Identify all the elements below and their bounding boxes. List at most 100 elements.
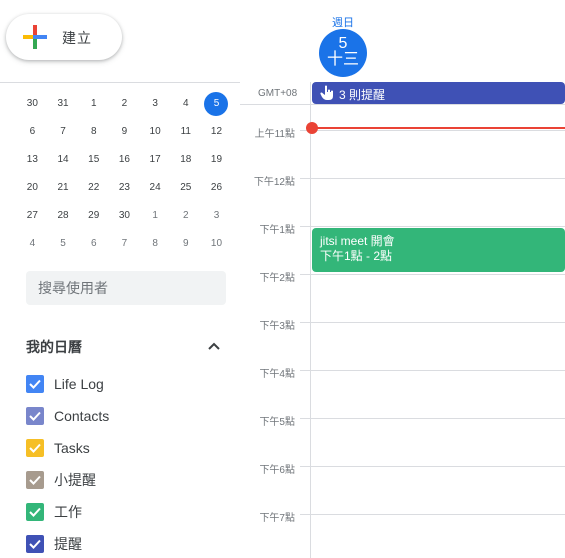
grid-vertical-line — [310, 82, 311, 558]
time-label: 上午11點 — [254, 129, 295, 140]
mini-calendar-day[interactable]: 11 — [170, 120, 201, 144]
mini-calendar-day[interactable]: 10 — [201, 232, 232, 256]
current-time-dot — [306, 122, 318, 134]
reminder-hand-icon — [320, 85, 333, 100]
mini-calendar: 30 31 1 2 3 4 5 6 7 8 9 10 11 12 13 14 15 16 17 18 19 20 21 22 2… — [17, 90, 232, 258]
mini-calendar-week: 20 21 22 23 24 25 26 — [17, 174, 232, 202]
mini-calendar-day[interactable]: 15 — [78, 148, 109, 172]
plus-icon — [23, 25, 47, 49]
mini-calendar-day[interactable]: 31 — [48, 92, 79, 116]
mini-calendar-week: 13 14 15 16 17 18 19 — [17, 146, 232, 174]
mini-calendar-day[interactable]: 17 — [140, 148, 171, 172]
calendar-item-label: 工作 — [54, 504, 82, 520]
mini-calendar-week: 4 5 6 7 8 9 10 — [17, 230, 232, 258]
mini-calendar-day[interactable]: 19 — [201, 148, 232, 172]
calendar-item[interactable]: Contacts — [26, 400, 109, 432]
time-label: 下午3點 — [259, 321, 295, 332]
sidebar-divider — [0, 82, 240, 83]
calendar-item[interactable]: 工作 — [26, 496, 109, 528]
hour-gridline — [300, 418, 565, 419]
create-button[interactable]: 建立 — [6, 14, 122, 60]
calendar-item-label: 小提醒 — [54, 472, 96, 488]
checkbox-icon[interactable] — [26, 503, 44, 521]
allday-reminders-label: 3 則提醒 — [339, 88, 386, 102]
time-label: 下午5點 — [259, 417, 295, 428]
mini-calendar-day[interactable]: 24 — [140, 176, 171, 200]
hour-gridline — [300, 322, 565, 323]
chevron-up-icon[interactable] — [204, 336, 224, 356]
mini-calendar-day[interactable]: 9 — [170, 232, 201, 256]
mini-calendar-day[interactable]: 7 — [48, 120, 79, 144]
mini-calendar-day[interactable]: 14 — [48, 148, 79, 172]
mini-calendar-day[interactable]: 18 — [170, 148, 201, 172]
mini-calendar-day[interactable]: 1 — [78, 92, 109, 116]
mini-calendar-day[interactable]: 2 — [170, 204, 201, 228]
checkbox-icon[interactable] — [26, 439, 44, 457]
mini-calendar-day[interactable]: 9 — [109, 120, 140, 144]
calendar-item[interactable]: Tasks — [26, 432, 109, 464]
event-jitsi-meet[interactable]: jitsi meet 開會 下午1點 - 2點 — [312, 228, 565, 272]
mini-calendar-day[interactable]: 16 — [109, 148, 140, 172]
calendar-item[interactable]: 小提醒 — [26, 464, 109, 496]
calendar-item-label: Tasks — [54, 440, 90, 456]
mini-calendar-day[interactable]: 4 — [17, 232, 48, 256]
mini-calendar-day[interactable]: 3 — [140, 92, 171, 116]
mini-calendar-day[interactable]: 5 — [48, 232, 79, 256]
hour-gridline — [300, 226, 565, 227]
my-calendars-title: 我的日曆 — [26, 339, 82, 355]
hour-gridline — [300, 178, 565, 179]
mini-calendar-day[interactable]: 30 — [109, 204, 140, 228]
mini-calendar-day[interactable]: 8 — [140, 232, 171, 256]
mini-calendar-day[interactable]: 1 — [140, 204, 171, 228]
mini-calendar-day[interactable]: 23 — [109, 176, 140, 200]
my-calendars-list: Life Log Contacts Tasks 小提醒工作提醒 — [26, 368, 109, 558]
mini-calendar-day[interactable]: 30 — [17, 92, 48, 116]
mini-calendar-day[interactable]: 29 — [78, 204, 109, 228]
hour-gridline — [300, 514, 565, 515]
search-users-input[interactable] — [26, 271, 226, 305]
mini-calendar-day[interactable]: 13 — [17, 148, 48, 172]
header-divider — [240, 104, 565, 105]
calendar-item-label: 提醒 — [54, 536, 82, 552]
mini-calendar-day[interactable]: 10 — [140, 120, 171, 144]
checkbox-icon[interactable] — [26, 407, 44, 425]
mini-calendar-day[interactable]: 2 — [109, 92, 140, 116]
mini-calendar-week: 30 31 1 2 3 4 5 — [17, 90, 232, 118]
allday-reminders-chip[interactable]: 3 則提醒 — [312, 82, 565, 104]
mini-calendar-day[interactable]: 22 — [78, 176, 109, 200]
mini-calendar-day[interactable]: 21 — [48, 176, 79, 200]
mini-calendar-day[interactable]: 27 — [17, 204, 48, 228]
checkbox-icon[interactable] — [26, 471, 44, 489]
mini-calendar-day[interactable]: 28 — [48, 204, 79, 228]
lunar-date: 十三 — [326, 51, 359, 68]
hour-gridline — [300, 130, 565, 131]
create-button-label: 建立 — [62, 30, 92, 46]
day-name: 週日 — [332, 17, 354, 29]
mini-calendar-day[interactable]: 26 — [201, 176, 232, 200]
time-label: 下午1點 — [259, 225, 295, 236]
checkbox-icon[interactable] — [26, 375, 44, 393]
checkbox-icon[interactable] — [26, 535, 44, 553]
calendar-item[interactable]: Life Log — [26, 368, 109, 400]
mini-calendar-day[interactable]: 4 — [170, 92, 201, 116]
mini-calendar-day[interactable]: 20 — [17, 176, 48, 200]
mini-calendar-day[interactable]: 6 — [17, 120, 48, 144]
calendar-item[interactable]: 提醒 — [26, 528, 109, 558]
time-label: 下午12點 — [253, 177, 295, 188]
time-label: 下午7點 — [259, 513, 295, 524]
hour-gridline — [300, 274, 565, 275]
mini-calendar-day[interactable]: 25 — [170, 176, 201, 200]
mini-calendar-day[interactable]: 12 — [201, 120, 232, 144]
mini-calendar-today[interactable]: 5 — [201, 92, 232, 116]
mini-calendar-day[interactable]: 6 — [78, 232, 109, 256]
mini-calendar-day[interactable]: 8 — [78, 120, 109, 144]
mini-calendar-week: 27 28 29 30 1 2 3 — [17, 202, 232, 230]
current-date-button[interactable]: 5 十三 — [319, 29, 367, 77]
calendar-item-label: Life Log — [54, 376, 104, 392]
hour-gridline — [300, 370, 565, 371]
calendar-item-label: Contacts — [54, 408, 110, 424]
mini-calendar-day[interactable]: 3 — [201, 204, 232, 228]
timezone-label: GMT+08 — [258, 88, 298, 99]
mini-calendar-week: 6 7 8 9 10 11 12 — [17, 118, 232, 146]
mini-calendar-day[interactable]: 7 — [109, 232, 140, 256]
